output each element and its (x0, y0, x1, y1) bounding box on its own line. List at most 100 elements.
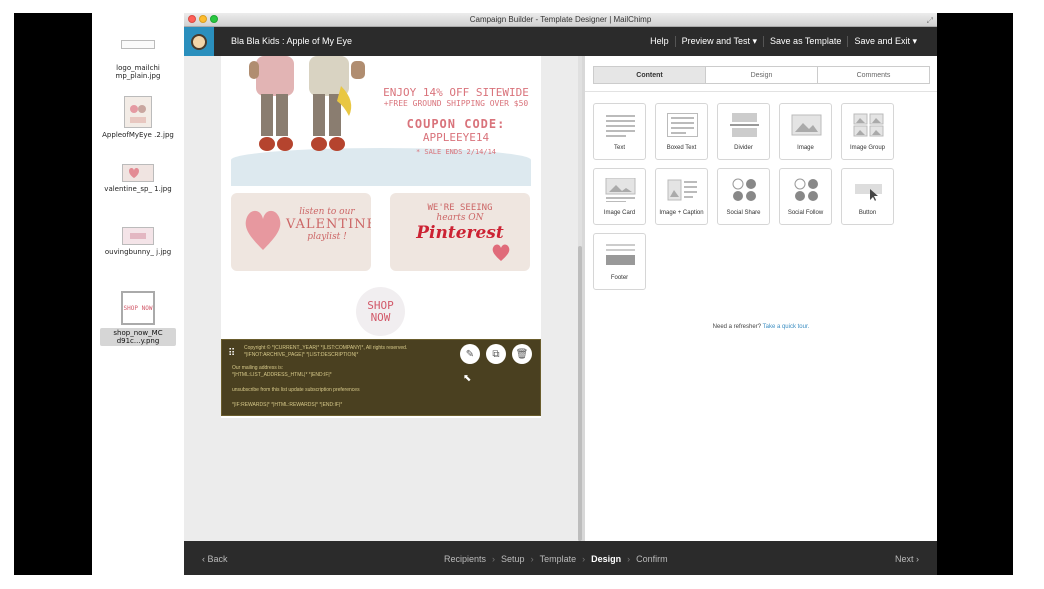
desktop-file-shopnow[interactable]: SHOP NOW shop_now_MC d91c...y.png (100, 291, 176, 348)
file-thumbnail (122, 164, 154, 182)
block-image-caption[interactable]: Image + Caption (655, 168, 708, 225)
tab-comments[interactable]: Comments (817, 67, 929, 83)
step-design[interactable]: Design (591, 554, 621, 564)
block-social-follow[interactable]: Social Follow (779, 168, 832, 225)
step-template[interactable]: Template (540, 554, 577, 564)
block-label: Social Share (726, 210, 761, 216)
footer-line-2: *|IFNOT:ARCHIVE_PAGE|* *|LIST:DESCRIPTIO… (244, 352, 359, 358)
screen: logo_mailchi mp_plain.jpg AppleofMyEye .… (0, 0, 1044, 589)
block-image-card[interactable]: Image Card (593, 168, 646, 225)
quick-tour-link[interactable]: Take a quick tour. (763, 324, 810, 330)
fullscreen-icon[interactable]: ⤢ (927, 16, 933, 26)
step-confirm[interactable]: Confirm (636, 554, 668, 564)
desktop-file-valentine[interactable]: valentine_sp_ 1.jpg (100, 164, 176, 193)
footer-line-4: *|HTML:LIST_ADDRESS_HTML|* *|END:IF|* (232, 372, 332, 378)
back-button[interactable]: ‹ Back (202, 554, 228, 564)
email-preview-pane[interactable]: ENJOY 14% OFF SITEWIDE +FREE GROUND SHIP… (184, 56, 582, 541)
desktop-file-ouvingbunny[interactable]: ouvingbunny_ j.jpg (100, 227, 176, 256)
mouse-cursor-icon: ⬉ (463, 373, 472, 384)
image-card-icon (605, 178, 636, 202)
app-window: Campaign Builder - Template Designer | M… (184, 13, 937, 575)
block-label: Image + Caption (659, 210, 704, 216)
file-thumbnail (122, 227, 154, 245)
divider-icon (730, 113, 759, 137)
wizard-steps: Recipients › Setup › Template › Design ›… (444, 554, 668, 564)
social-follow-icon (794, 178, 818, 201)
editor-tabs: Content Design Comments (593, 66, 930, 84)
refresher-text: Need a refresher? (712, 324, 762, 330)
footer-line-5: unsubscribe from this list update subscr… (232, 387, 360, 393)
shop-now-button-image[interactable]: SHOP NOW (356, 287, 405, 336)
desktop-file-label: shop_now_MC d91c...y.png (100, 328, 176, 346)
desktop-file-appleofmyeye[interactable]: AppleofMyEye .2.jpg (100, 96, 176, 139)
tabs-divider (585, 91, 937, 92)
tab-design[interactable]: Design (705, 67, 817, 83)
pinterest-text: WE'RE SEEING hearts ON Pinterest (390, 203, 530, 243)
tab-content[interactable]: Content (594, 67, 705, 83)
heart-icon (492, 244, 510, 261)
block-label: Divider (734, 145, 753, 151)
valentine-playlist-card[interactable]: listen to our VALENTINE playlist ! (231, 193, 371, 271)
image-icon (791, 114, 822, 136)
block-divider[interactable]: Divider (717, 103, 770, 160)
image-caption-icon (667, 179, 697, 201)
hero-image[interactable]: ENJOY 14% OFF SITEWIDE +FREE GROUND SHIP… (231, 56, 531, 186)
footer-block-selected[interactable]: ⠿ Copyright © *|CURRENT_YEAR|* *|LIST:CO… (221, 339, 541, 416)
desktop-file-logo[interactable]: logo_mailchi mp_plain.jpg (100, 40, 176, 80)
card2-line-3: Pinterest (416, 223, 504, 243)
title-bar: Campaign Builder - Template Designer | M… (184, 13, 937, 27)
footer-line-1: Copyright © *|CURRENT_YEAR|* *|LIST:COMP… (244, 345, 408, 351)
mailchimp-logo[interactable] (184, 27, 214, 56)
edit-icon[interactable]: ✎ (460, 344, 480, 364)
chevron-right-icon: › (627, 554, 631, 564)
app-header: Bla Bla Kids : Apple of My Eye Help Prev… (184, 27, 937, 56)
save-and-exit-button[interactable]: Save and Exit ▾ (847, 36, 923, 47)
chevron-right-icon: › (492, 554, 496, 564)
promo-text: ENJOY 14% OFF SITEWIDE +FREE GROUND SHIP… (376, 86, 531, 156)
block-label: Footer (610, 275, 629, 281)
chevron-right-icon: › (582, 554, 586, 564)
block-image-group[interactable]: Image Group (841, 103, 894, 160)
preview-and-test-button[interactable]: Preview and Test ▾ (674, 36, 763, 47)
help-link[interactable]: Help (644, 36, 675, 47)
email-canvas: ENJOY 14% OFF SITEWIDE +FREE GROUND SHIP… (221, 56, 541, 418)
desktop-file-label: ouvingbunny_ j.jpg (104, 248, 172, 256)
freddie-icon (191, 33, 207, 50)
image-icon (130, 233, 146, 239)
window-title: Campaign Builder - Template Designer | M… (469, 15, 652, 24)
block-social-share[interactable]: Social Share (717, 168, 770, 225)
block-footer[interactable]: Footer (593, 233, 646, 290)
duplicate-icon[interactable]: ⧉ (486, 344, 506, 364)
desktop-file-label: valentine_sp_ 1.jpg (104, 185, 172, 193)
drag-handle-icon[interactable]: ⠿ (228, 348, 239, 359)
block-label: Social Follow (787, 210, 824, 216)
save-as-template-button[interactable]: Save as Template (763, 36, 847, 47)
block-label: Image (797, 145, 814, 151)
block-label: Image Card (603, 210, 636, 216)
desktop: logo_mailchi mp_plain.jpg AppleofMyEye .… (92, 13, 184, 575)
step-recipients[interactable]: Recipients (444, 554, 486, 564)
promo-line-5: * SALE ENDS 2/14/14 (415, 148, 497, 156)
block-image[interactable]: Image (779, 103, 832, 160)
shop-line-2: NOW (370, 310, 391, 324)
next-button[interactable]: Next › (895, 554, 919, 564)
card1-line-3: playlist ! (307, 232, 347, 242)
pinterest-card[interactable]: WE'RE SEEING hearts ON Pinterest (390, 193, 530, 271)
block-button[interactable]: Button (841, 168, 894, 225)
boxed-text-icon (667, 113, 698, 137)
promo-line-3: COUPON CODE: (406, 117, 506, 131)
trash-icon[interactable]: 🗑 (512, 344, 532, 364)
block-text[interactable]: Text (593, 103, 646, 160)
block-boxed-text[interactable]: Boxed Text (655, 103, 708, 160)
content-blocks-pane: Content Design Comments Text Boxed Text (585, 56, 937, 541)
block-label: Boxed Text (666, 145, 697, 151)
letterbox-right (937, 13, 1013, 575)
step-setup[interactable]: Setup (501, 554, 525, 564)
file-thumbnail (124, 96, 152, 128)
card1-line-2: VALENTINE (286, 217, 371, 232)
header-nav: Help Preview and Test ▾ Save as Template… (644, 36, 923, 47)
desktop-file-label: logo_mailchi mp_plain.jpg (115, 64, 161, 80)
promo-line-4: APPLEEYE14 (422, 131, 490, 144)
wizard-nav: ‹ Back Recipients › Setup › Template › D… (184, 541, 937, 575)
block-label: Image Group (849, 145, 886, 151)
